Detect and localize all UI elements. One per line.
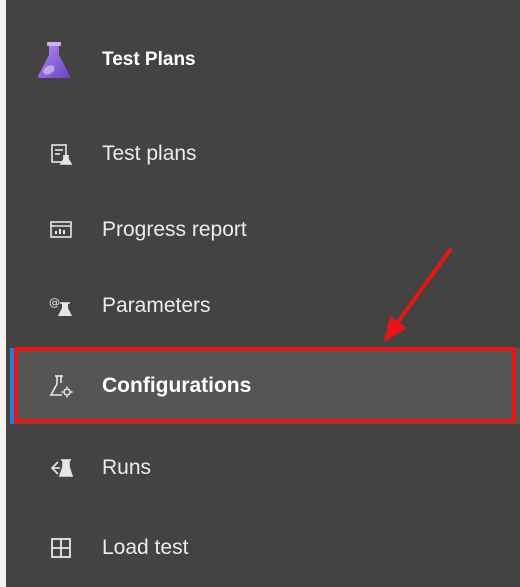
nav-item-load-test[interactable]: Load test — [10, 510, 520, 586]
progress-report-icon — [46, 215, 76, 245]
left-edge-divider — [0, 0, 6, 587]
svg-text:@: @ — [49, 296, 60, 309]
hub-navigation: Test Plans Test plans Progress report @ … — [10, 0, 520, 587]
nav-item-label: Load test — [102, 536, 189, 559]
runs-icon — [46, 453, 76, 483]
hub-title: Test Plans — [102, 49, 196, 70]
nav-item-label: Progress report — [102, 218, 247, 241]
nav-item-label: Parameters — [102, 294, 211, 317]
nav-item-parameters[interactable]: @ Parameters — [10, 268, 520, 344]
nav-item-progress-report[interactable]: Progress report — [10, 192, 520, 268]
nav-item-label: Configurations — [102, 374, 252, 397]
parameters-icon: @ — [46, 291, 76, 321]
load-test-icon — [46, 533, 76, 563]
nav-item-configurations[interactable]: Configurations — [10, 348, 520, 424]
nav-item-runs[interactable]: Runs — [10, 430, 520, 506]
nav-item-test-plans[interactable]: Test plans — [10, 116, 520, 192]
selected-indicator — [10, 348, 15, 424]
test-plans-navigation-panel: Test Plans Test plans Progress report @ … — [0, 0, 520, 587]
hub-header[interactable]: Test Plans — [10, 20, 520, 100]
configurations-icon — [46, 371, 76, 401]
flask-icon — [34, 40, 74, 80]
test-plans-icon — [46, 139, 76, 169]
nav-item-label: Test plans — [102, 142, 197, 165]
nav-item-label: Runs — [102, 456, 152, 479]
